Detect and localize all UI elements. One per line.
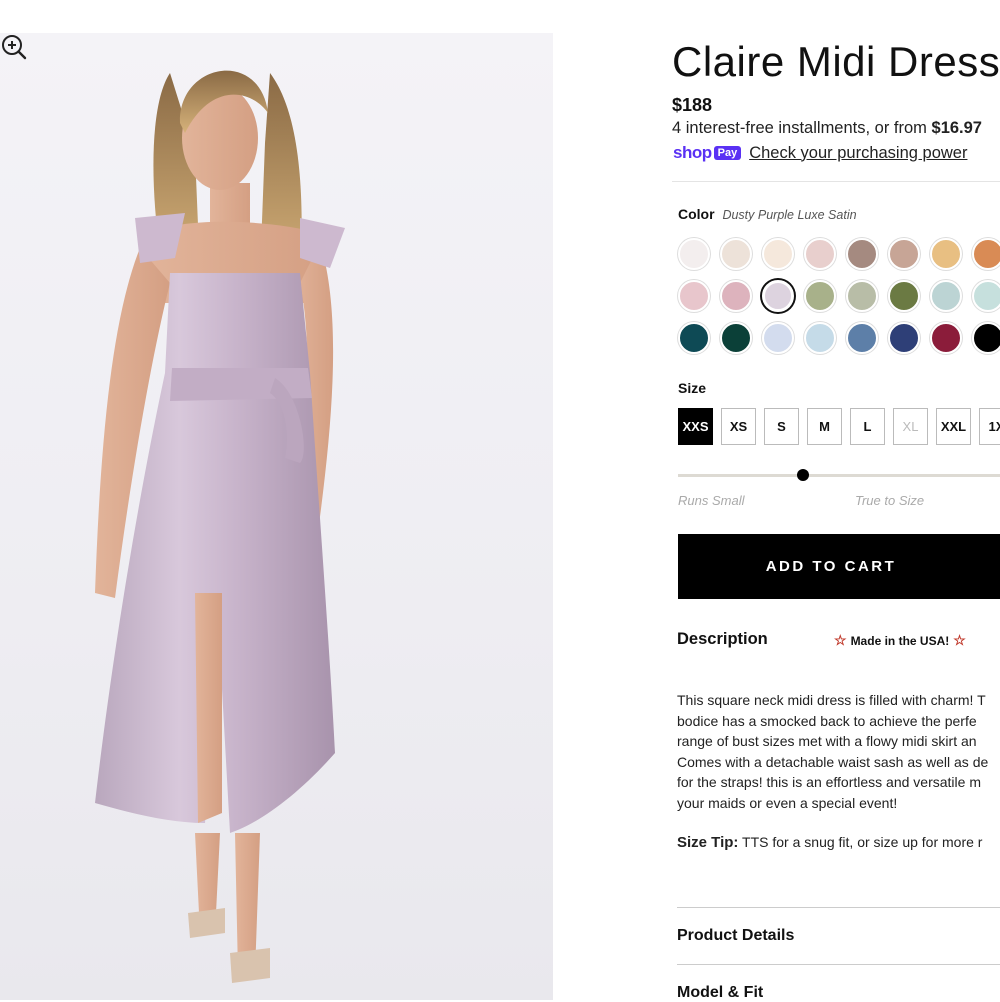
made-in-usa-text: Made in the USA! <box>850 633 950 648</box>
description-heading: Description <box>677 630 768 648</box>
color-swatch[interactable] <box>762 322 794 354</box>
shoppay-logo-pay: Pay <box>713 146 742 160</box>
color-swatch[interactable] <box>972 322 1000 354</box>
size-tip-text: TTS for a snug fit, or size up for more … <box>738 834 983 850</box>
size-option-xxs[interactable]: XXS <box>678 408 713 445</box>
fit-label-runs-small: Runs Small <box>678 493 745 508</box>
color-swatch[interactable] <box>720 238 752 270</box>
fit-scale-indicator <box>797 469 810 481</box>
size-option-xl[interactable]: XL <box>893 408 928 445</box>
color-label: Color Dusty Purple Luxe Satin <box>678 206 857 222</box>
size-option-1x[interactable]: 1X <box>979 408 1000 445</box>
product-image[interactable] <box>0 33 553 1000</box>
star-icon: ☆ <box>953 632 966 648</box>
size-tip-label: Size Tip: <box>677 834 739 851</box>
installments-text: 4 interest-free installments, or from $1… <box>672 119 982 138</box>
color-swatch[interactable] <box>930 322 962 354</box>
color-swatch[interactable] <box>930 280 962 312</box>
size-option-l[interactable]: L <box>850 408 885 445</box>
model-illustration <box>95 70 345 983</box>
product-price: $188 <box>672 95 713 115</box>
color-swatch[interactable] <box>762 280 794 312</box>
size-option-xxl[interactable]: XXL <box>936 408 971 445</box>
description-text: This square neck midi dress is filled wi… <box>677 690 1000 813</box>
color-swatch[interactable] <box>678 322 710 354</box>
star-icon: ☆ <box>834 632 847 648</box>
description-line: range of bust sizes met with a flowy mid… <box>677 733 977 749</box>
installments-copy: 4 interest-free installments, or from <box>672 119 932 137</box>
color-swatch[interactable] <box>720 280 752 312</box>
color-swatch[interactable] <box>888 238 920 270</box>
shoppay-logo-shop: shop <box>673 143 712 162</box>
made-in-usa-badge: ☆ Made in the USA! ☆ <box>834 632 966 649</box>
accordion-model-fit[interactable]: Model & Fit <box>677 984 763 1002</box>
fit-scale-track <box>678 474 1000 477</box>
color-swatch[interactable] <box>972 238 1000 270</box>
color-swatch[interactable] <box>930 238 962 270</box>
color-swatch[interactable] <box>804 322 836 354</box>
color-swatch[interactable] <box>762 238 794 270</box>
selected-color-name: Dusty Purple Luxe Satin <box>722 208 857 222</box>
divider <box>677 907 1000 908</box>
size-option-s[interactable]: S <box>764 408 799 445</box>
color-swatch[interactable] <box>804 238 836 270</box>
size-option-m[interactable]: M <box>807 408 842 445</box>
divider <box>677 964 1000 965</box>
installments-amount: $16.97 <box>931 119 982 137</box>
description-line: your maids or even a special event! <box>677 794 898 811</box>
color-swatch[interactable] <box>846 238 878 270</box>
description-line: for the straps! this is an effortless an… <box>677 774 981 790</box>
size-option-xs[interactable]: XS <box>721 408 756 445</box>
divider <box>672 181 1000 182</box>
color-swatch[interactable] <box>720 322 752 354</box>
add-to-cart-button[interactable]: ADD TO CART <box>678 534 1000 599</box>
size-label: Size <box>678 380 707 396</box>
description-line: Comes with a detachable waist sash as we… <box>677 753 989 770</box>
color-swatch[interactable] <box>972 280 1000 312</box>
description-line: This square neck midi dress is filled wi… <box>677 692 986 708</box>
product-title: Claire Midi Dress <box>672 38 1000 85</box>
description-line: bodice has a smocked back to achieve the… <box>677 712 977 729</box>
color-swatch[interactable] <box>846 322 878 354</box>
size-tip: Size Tip: TTS for a snug fit, or size up… <box>677 834 982 851</box>
color-swatch[interactable] <box>804 280 836 312</box>
color-label-text: Color <box>678 206 715 222</box>
purchasing-power-link[interactable]: Check your purchasing power <box>749 144 967 163</box>
shoppay-row: shop Pay Check your purchasing power <box>673 143 967 163</box>
fit-label-true-to-size: True to Size <box>855 493 925 508</box>
color-swatch[interactable] <box>846 280 878 312</box>
color-swatch[interactable] <box>678 238 710 270</box>
accordion-product-details[interactable]: Product Details <box>677 927 794 945</box>
color-swatch[interactable] <box>678 280 710 312</box>
color-swatch[interactable] <box>888 280 920 312</box>
zoom-in-icon[interactable] <box>0 33 28 61</box>
color-swatch[interactable] <box>888 322 920 354</box>
